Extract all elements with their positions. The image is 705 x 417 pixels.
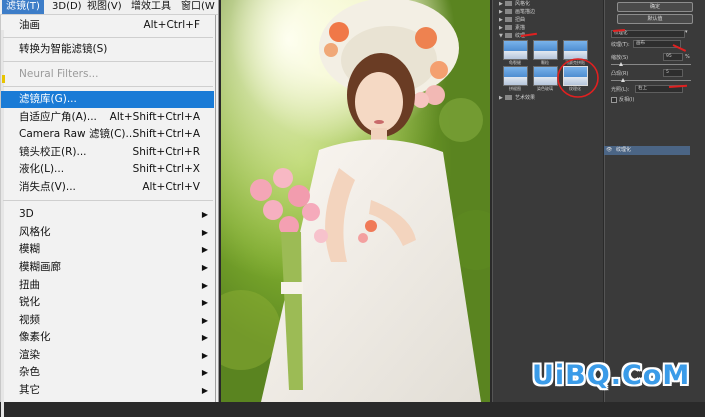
submenu-pixelate[interactable]: 像素化 ▶ [1, 329, 214, 346]
filter-menu-panel: 滤镜(T) 3D(D) 视图(V) 增效工具 窗口(W 油画 Alt+Ctrl+F… [0, 0, 219, 417]
submenu-render[interactable]: 渲染 ▶ [1, 347, 214, 364]
menu-item-filter-gallery[interactable]: 滤镜库(G)... [1, 91, 214, 108]
effect-layer-row[interactable]: 👁 纹理化 [604, 146, 690, 155]
menu-item-adaptive-wide-angle[interactable]: 自适应广角(A)... Alt+Shift+Ctrl+A [1, 109, 214, 126]
scaling-slider-handle[interactable] [619, 62, 623, 66]
menu-item-camera-raw[interactable]: Camera Raw 滤镜(C)... Shift+Ctrl+A [1, 126, 214, 143]
scaling-field[interactable]: 95 [663, 53, 683, 61]
annotation-circle [557, 58, 599, 98]
thumb-craquelure[interactable] [503, 40, 528, 60]
menu-item-neural-filters: Neural Filters... [19, 68, 99, 80]
chevron-right-icon: ▶ [201, 386, 208, 395]
portrait-illustration [221, 0, 490, 402]
submenu-stylize[interactable]: 风格化 ▶ [1, 224, 214, 241]
canvas-photo [221, 0, 490, 402]
default-button[interactable]: 默认值 [617, 14, 693, 24]
menu-plugins[interactable]: 增效工具 [127, 0, 175, 14]
ok-button[interactable]: 确定 [617, 2, 693, 12]
menu-filter[interactable]: 滤镜(T) [2, 0, 44, 14]
watermark-logo: UiBQ.CoM [532, 360, 691, 391]
thumb-patchwork[interactable] [503, 66, 528, 86]
chevron-right-icon: ▶ [201, 316, 208, 325]
relief-slider-handle[interactable] [621, 78, 625, 82]
folder-icon [505, 95, 512, 100]
chevron-right-icon: ▶ [201, 298, 208, 307]
submenu-distort[interactable]: 扭曲 ▶ [1, 277, 214, 294]
folder-icon [505, 33, 512, 38]
invert-checkbox[interactable] [611, 97, 617, 103]
chevron-right-icon: ▶ [201, 210, 208, 219]
folder-icon [505, 17, 512, 22]
chevron-right-icon: ▶ [499, 95, 503, 101]
chevron-down-icon: ▾ [685, 29, 688, 35]
submenu-blur[interactable]: 模糊 ▶ [1, 241, 214, 258]
submenu-3d[interactable]: 3D ▶ [1, 206, 214, 223]
submenu-sharpen[interactable]: 锐化 ▶ [1, 294, 214, 311]
submenu-video[interactable]: 视频 ▶ [1, 312, 214, 329]
menu-window[interactable]: 窗口(W [177, 0, 219, 14]
chevron-right-icon: ▶ [201, 263, 208, 272]
scaling-slider[interactable] [611, 64, 691, 65]
filter-gallery-panel: ▶ 风格化 ▶ 画笔描边 ▶ 扭曲 ▶ 素描 ▼ 纹理 龟裂缝 颗粒 马赛克拼贴 拼缀图 … [492, 0, 603, 402]
chevron-right-icon: ▶ [201, 245, 208, 254]
filter-dropdown: 油画 Alt+Ctrl+F 转换为智能滤镜(S) Neural Filters..… [0, 15, 216, 417]
folder-icon [505, 1, 512, 6]
menu-item-lens-correction[interactable]: 镜头校正(R)... Shift+Ctrl+R [1, 144, 214, 161]
menu-3d[interactable]: 3D(D) [48, 0, 86, 14]
filter-settings-panel: 确定 默认值 纹理化 ▾ 纹理(T): 画布 缩放(S) 95 % 凸现(R) … [604, 0, 705, 402]
menu-item-liquify[interactable]: 液化(L)... Shift+Ctrl+X [1, 161, 214, 178]
chevron-right-icon: ▶ [201, 333, 208, 342]
folder-icon [505, 25, 512, 30]
relief-field[interactable]: 5 [663, 69, 683, 77]
chevron-right-icon: ▶ [201, 281, 208, 290]
chevron-right-icon: ▶ [201, 368, 208, 377]
submenu-other[interactable]: 其它 ▶ [1, 382, 214, 399]
submenu-noise[interactable]: 杂色 ▶ [1, 364, 214, 381]
submenu-blur-gallery[interactable]: 模糊画廊 ▶ [1, 259, 214, 276]
folder-icon [505, 9, 512, 14]
menu-item-vanishing-point[interactable]: 消失点(V)... Alt+Ctrl+V [1, 179, 214, 196]
chevron-right-icon: ▶ [201, 351, 208, 360]
eye-icon[interactable]: 👁 [606, 146, 612, 155]
menu-bar: 滤镜(T) 3D(D) 视图(V) 增效工具 窗口(W [0, 0, 218, 15]
menu-item-oil-paint[interactable]: 油画 Alt+Ctrl+F [1, 17, 214, 34]
menu-view[interactable]: 视图(V) [83, 0, 126, 14]
chevron-right-icon: ▶ [201, 228, 208, 237]
menu-item-convert-smart-filters[interactable]: 转换为智能滤镜(S) [1, 41, 214, 58]
tree-item-artistic[interactable]: ▶ 艺术效果 [499, 94, 535, 103]
